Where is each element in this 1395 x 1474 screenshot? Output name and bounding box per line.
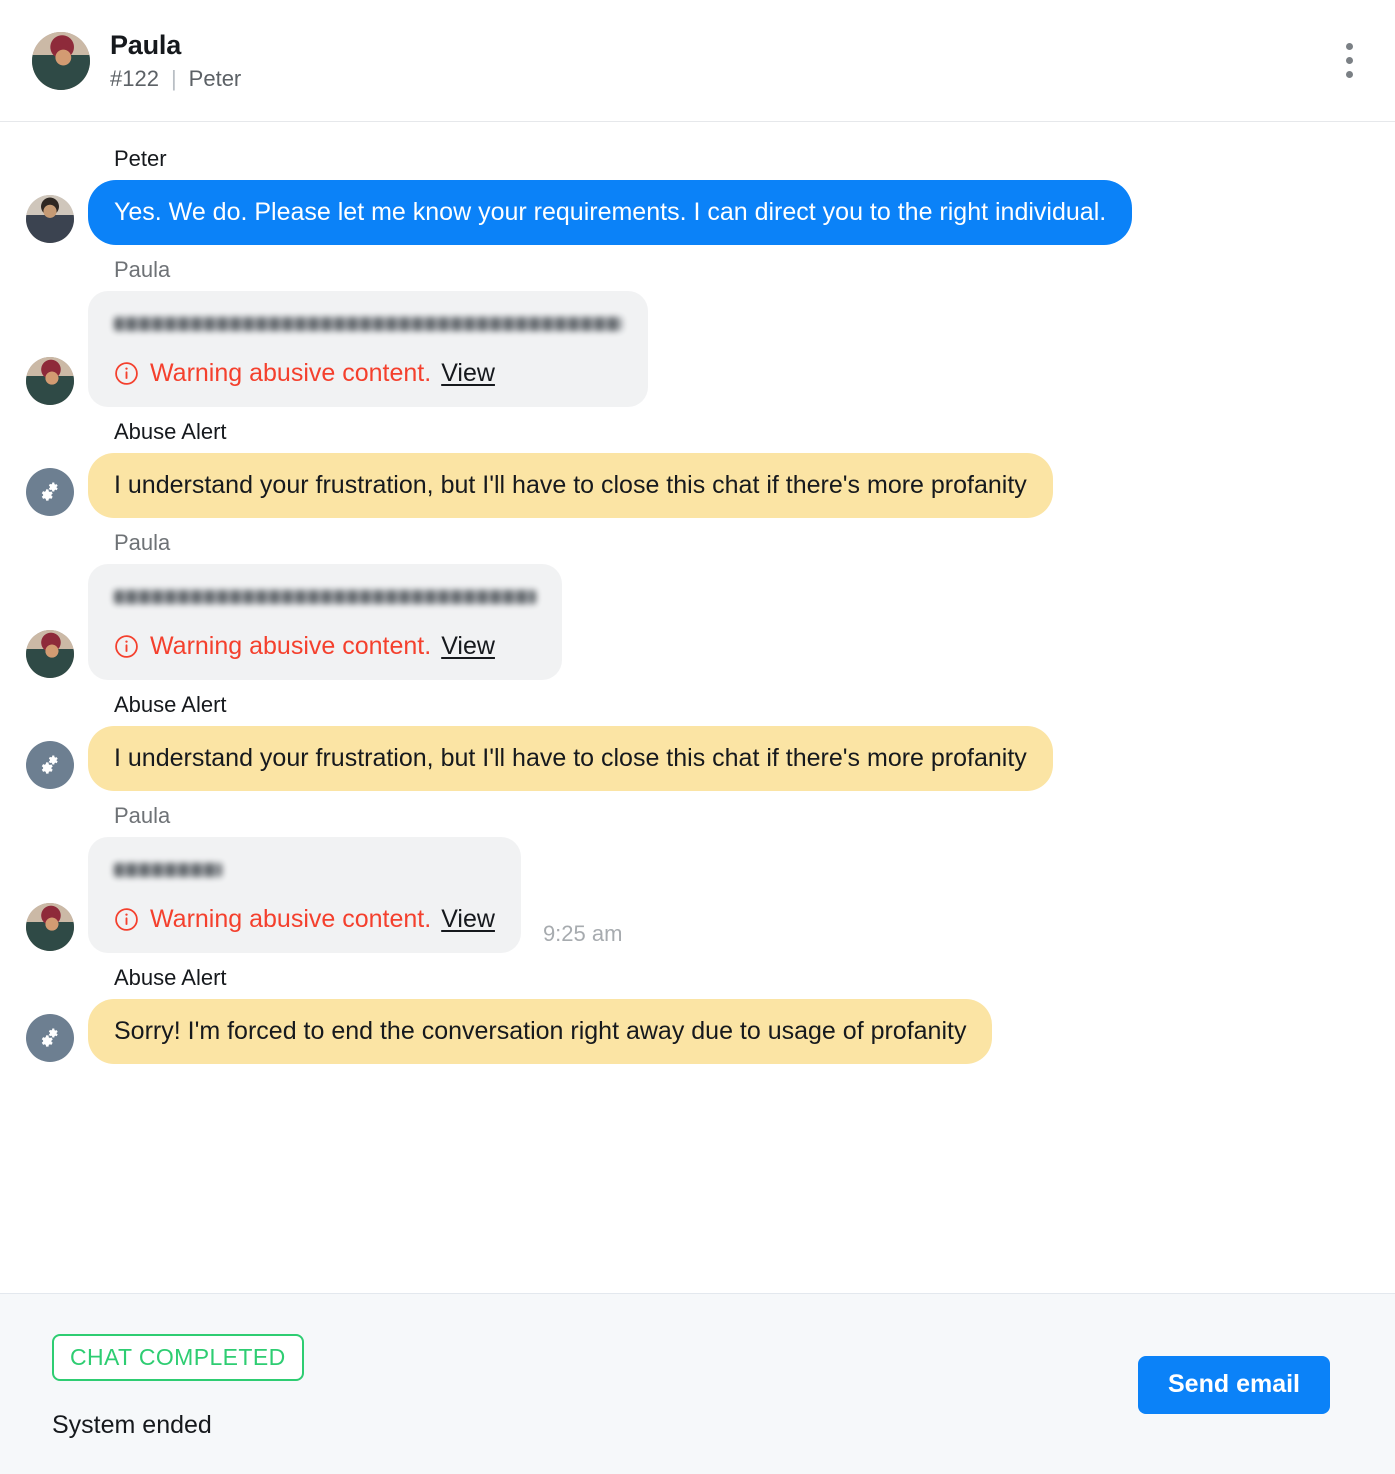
info-circle-icon <box>114 907 139 932</box>
message-thread[interactable]: Peter Yes. We do. Please let me know you… <box>0 122 1395 1293</box>
message-bubble: I understand your frustration, but I'll … <box>88 726 1053 791</box>
message-author: Paula <box>114 528 1369 558</box>
message-author: Paula <box>114 801 1369 831</box>
abuse-warning-line: Warning abusive content. View <box>114 903 495 935</box>
message-author: Peter <box>114 144 1369 174</box>
info-circle-icon <box>114 361 139 386</box>
view-link[interactable]: View <box>441 903 495 935</box>
redacted-content-bar <box>114 863 222 877</box>
paula-avatar <box>26 357 74 405</box>
gear-icon <box>26 741 74 789</box>
gears-glyph <box>35 1023 65 1053</box>
message-bubble: I understand your frustration, but I'll … <box>88 453 1053 518</box>
status-badge: CHAT COMPLETED <box>52 1334 304 1381</box>
paula-avatar-image <box>26 630 74 678</box>
message-item: Abuse Alert Sorry! I'm forced to end the… <box>26 963 1369 1064</box>
paula-avatar <box>26 630 74 678</box>
message-row: I understand your frustration, but I'll … <box>26 453 1369 518</box>
message-item: Paula Warning abusive content. View <box>26 528 1369 680</box>
message-author: Abuse Alert <box>114 690 1369 720</box>
breadcrumb: #122 | Peter <box>110 64 1329 94</box>
paula-avatar-image <box>26 357 74 405</box>
view-link[interactable]: View <box>441 630 495 662</box>
message-row: Warning abusive content. View 9:25 am <box>26 837 1369 953</box>
kebab-dot <box>1346 57 1353 64</box>
redacted-message-bubble: Warning abusive content. View <box>88 564 562 680</box>
abuse-warning-text: Warning abusive content. <box>150 357 431 389</box>
message-item: Peter Yes. We do. Please let me know you… <box>26 144 1369 245</box>
message-row: Warning abusive content. View <box>26 291 1369 407</box>
message-item: Abuse Alert I understand your frustratio… <box>26 690 1369 791</box>
kebab-dot <box>1346 43 1353 50</box>
message-row: Warning abusive content. View <box>26 564 1369 680</box>
page-title: Paula <box>110 28 1329 62</box>
send-email-button[interactable]: Send email <box>1138 1356 1330 1414</box>
redacted-message-bubble: Warning abusive content. View <box>88 291 648 407</box>
header-avatar <box>32 32 90 90</box>
message-timestamp: 9:25 am <box>543 921 623 947</box>
kebab-dot <box>1346 71 1353 78</box>
chat-header: Paula #122 | Peter <box>0 0 1395 122</box>
chat-transcript-app: Paula #122 | Peter Peter Yes. We do. Ple… <box>0 0 1395 1474</box>
gears-glyph <box>35 477 65 507</box>
paula-avatar-image <box>32 32 90 90</box>
message-author: Abuse Alert <box>114 963 1369 993</box>
gears-glyph <box>35 750 65 780</box>
message-item: Abuse Alert I understand your frustratio… <box>26 417 1369 518</box>
view-link[interactable]: View <box>441 357 495 389</box>
message-bubble: Sorry! I'm forced to end the conversatio… <box>88 999 992 1064</box>
peter-avatar-image <box>26 195 74 243</box>
abuse-warning-line: Warning abusive content. View <box>114 630 536 662</box>
message-row: I understand your frustration, but I'll … <box>26 726 1369 791</box>
message-row: Sorry! I'm forced to end the conversatio… <box>26 999 1369 1064</box>
message-row: Yes. We do. Please let me know your requ… <box>26 180 1369 245</box>
footer-status-block: CHAT COMPLETED System ended <box>52 1334 304 1441</box>
header-text-block: Paula #122 | Peter <box>110 28 1329 94</box>
message-author: Abuse Alert <box>114 417 1369 447</box>
gear-icon <box>26 468 74 516</box>
gear-icon <box>26 1014 74 1062</box>
paula-avatar-image <box>26 903 74 951</box>
breadcrumb-separator: | <box>171 64 177 94</box>
chat-footer: CHAT COMPLETED System ended Send email <box>0 1293 1395 1474</box>
message-item: Paula Warning abusive content. View 9:25 <box>26 801 1369 953</box>
ticket-id: #122 <box>110 64 159 94</box>
message-item: Paula Warning abusive content. View <box>26 255 1369 407</box>
agent-name: Peter <box>189 64 242 94</box>
abuse-warning-line: Warning abusive content. View <box>114 357 622 389</box>
abuse-warning-text: Warning abusive content. <box>150 630 431 662</box>
message-bubble: Yes. We do. Please let me know your requ… <box>88 180 1132 245</box>
kebab-menu-icon[interactable] <box>1329 33 1369 89</box>
abuse-warning-text: Warning abusive content. <box>150 903 431 935</box>
redacted-content-bar <box>114 317 622 331</box>
redacted-content-bar <box>114 590 536 604</box>
paula-avatar <box>26 903 74 951</box>
message-author: Paula <box>114 255 1369 285</box>
peter-avatar <box>26 195 74 243</box>
info-circle-icon <box>114 634 139 659</box>
system-status-text: System ended <box>52 1409 304 1441</box>
redacted-message-bubble: Warning abusive content. View <box>88 837 521 953</box>
